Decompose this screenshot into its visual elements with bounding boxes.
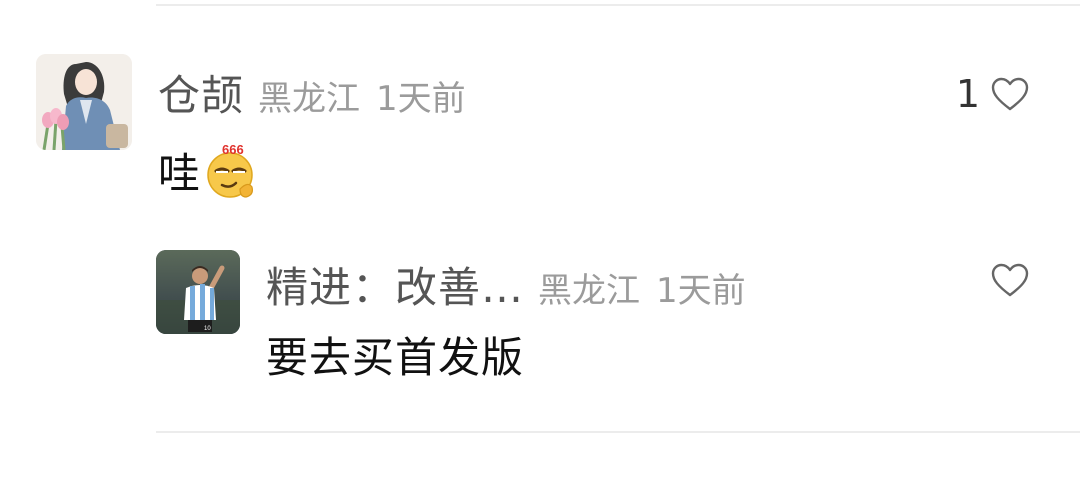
location-label: 黑龙江 (538, 271, 641, 311)
soccer-player-avatar-illustration: 10 (156, 250, 240, 334)
like-button[interactable]: 1 (956, 72, 1030, 116)
timestamp: 1天前 (376, 79, 466, 119)
svg-text:10: 10 (204, 326, 211, 332)
reply-meta: 精进：改善… 黑龙江 1天前 (266, 254, 746, 315)
comment-item: 仓颉 黑龙江 1天前 哇 666 1 (36, 54, 1080, 204)
username[interactable]: 仓颉 (158, 62, 244, 123)
reply-text: 要去买首发版 (266, 324, 524, 385)
smirk-666-emoji-icon: 666 (207, 142, 253, 198)
avatar[interactable] (36, 54, 132, 150)
heart-outline-icon[interactable] (990, 262, 1030, 298)
emoji-666-label: 666 (222, 142, 244, 157)
location-label: 黑龙江 (258, 79, 361, 119)
girl-avatar-illustration (36, 54, 132, 150)
bottom-divider (156, 431, 1080, 433)
timestamp: 1天前 (656, 271, 746, 311)
avatar[interactable]: 10 (156, 250, 240, 334)
comment-text: 哇 666 (158, 140, 262, 201)
comment-meta: 仓颉 黑龙江 1天前 (158, 62, 466, 123)
like-button[interactable] (990, 262, 1030, 298)
comment-text-body: 哇 (158, 149, 201, 198)
reply-item: 10 精进：改善… 黑龙江 1天前 要去买首发版 (156, 250, 1080, 400)
like-count: 1 (955, 72, 980, 116)
username[interactable]: 精进：改善… (266, 254, 524, 315)
heart-outline-icon[interactable] (990, 76, 1030, 112)
top-divider (156, 4, 1080, 6)
reply-text-body: 要去买首发版 (266, 333, 525, 382)
